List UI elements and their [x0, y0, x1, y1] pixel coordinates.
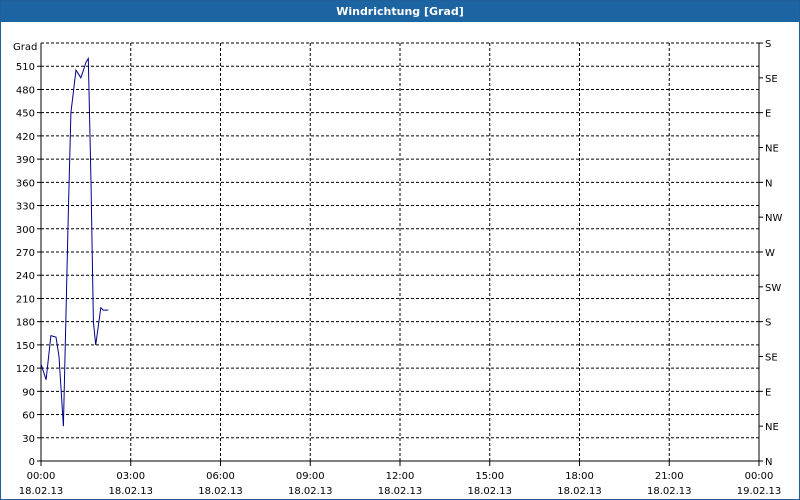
y2-tick-label: SW [765, 283, 781, 294]
wind-direction-chart: 0 30 60 90 120 150 180 210 240 270 300 330 360 390 420… [13, 39, 782, 497]
x-tick-time: 00:00 [745, 471, 774, 482]
x-tick-date: 18.02.13 [557, 486, 602, 497]
y2-tick-label: E [765, 387, 771, 398]
y2-tick-label: S [765, 39, 771, 50]
y-tick-label: 30 [22, 434, 35, 445]
x-tick-date: 18.02.13 [108, 486, 153, 497]
y-tick-label: 0 [29, 457, 35, 468]
y-tick-label: 60 [22, 411, 35, 422]
y2-tick-label: W [765, 248, 775, 259]
x-tick-time: 06:00 [206, 471, 235, 482]
y-tick-label: 90 [22, 387, 35, 398]
y-tick-label: 330 [16, 202, 35, 213]
grid-lines [41, 42, 759, 461]
y-tick-label: 510 [16, 62, 35, 73]
x-tick-time: 18:00 [565, 471, 594, 482]
x-tick-date: 18.02.13 [198, 486, 243, 497]
y-tick-label: 210 [16, 294, 35, 305]
y2-tick-label: SE [765, 74, 778, 85]
y-tick-label: 360 [16, 178, 35, 189]
x-tick-time: 15:00 [475, 471, 504, 482]
x-tick-date: 18.02.13 [378, 486, 423, 497]
y2-tick-label: NE [765, 422, 779, 433]
x-tick-date: 19.02.13 [737, 486, 782, 497]
x-tick-time: 21:00 [655, 471, 684, 482]
y-tick-label: 240 [16, 271, 35, 282]
y-axis-label: Grad [13, 42, 37, 53]
chart-window: Windrichtung [Grad] 0 30 60 90 120 150 180 210 2… [0, 0, 800, 500]
y2-tick-label: N [765, 178, 772, 189]
series-line [40, 56, 109, 427]
x-tick-time: 12:00 [386, 471, 415, 482]
x-tick-time: 09:00 [296, 471, 325, 482]
y-tick-label: 270 [16, 248, 35, 259]
x-tick-date: 18.02.13 [288, 486, 333, 497]
x-tick-date: 18.02.13 [19, 486, 64, 497]
y2-tick-label: N [765, 457, 772, 468]
x-tick-time: 00:00 [27, 471, 56, 482]
y-tick-label: 420 [16, 132, 35, 143]
x-tick-date: 18.02.13 [467, 486, 512, 497]
y2-tick-label: NE [765, 144, 779, 155]
y-tick-label: 120 [16, 364, 35, 375]
y-tick-label: 180 [16, 318, 35, 329]
x-tick-time: 03:00 [116, 471, 145, 482]
y2-tick-label: NW [765, 213, 782, 224]
y2-tick-label: SE [765, 353, 778, 364]
y-tick-label: 150 [16, 341, 35, 352]
series [40, 56, 109, 427]
y-tick-label: 480 [16, 85, 35, 96]
y-tick-label: 450 [16, 109, 35, 120]
y2-tick-label: S [765, 318, 771, 329]
y2-tick-label: E [765, 109, 771, 120]
x-tick-date: 18.02.13 [647, 486, 692, 497]
y-tick-label: 300 [16, 225, 35, 236]
y-tick-label: 390 [16, 155, 35, 166]
